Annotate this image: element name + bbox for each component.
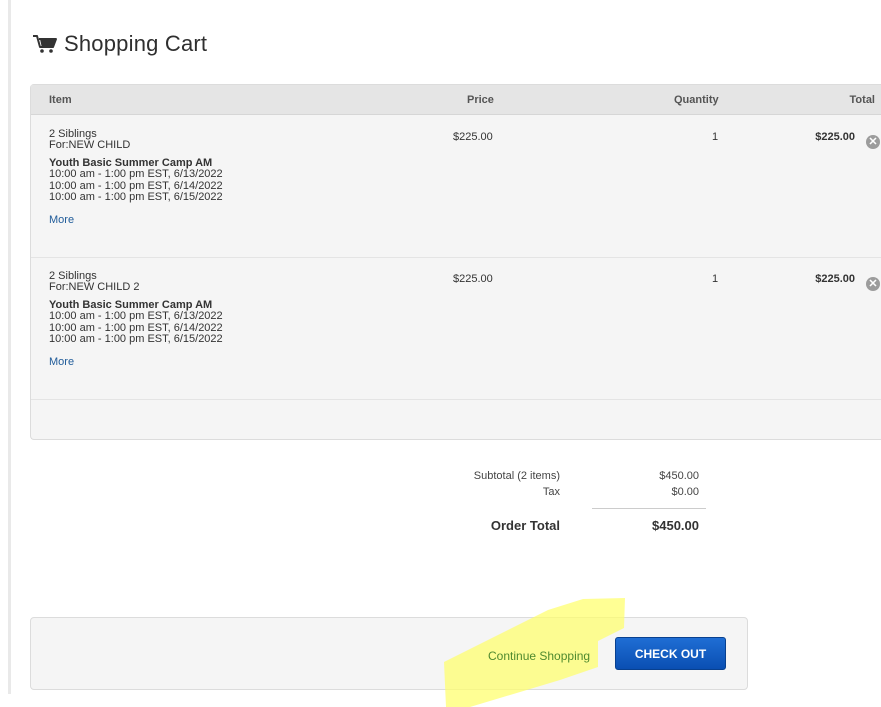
- tax-value: $0.00: [671, 486, 699, 498]
- order-total-row: Order Total $450.00: [448, 518, 714, 533]
- cart-table: Item Price Quantity Total 2 Siblings For…: [30, 84, 881, 440]
- item-quantity: 1: [712, 131, 719, 143]
- continue-shopping-link[interactable]: Continue Shopping: [488, 649, 590, 663]
- cart-row: 2 Siblings For:NEW CHILD Youth Basic Sum…: [31, 115, 881, 258]
- summary-divider: [592, 508, 706, 509]
- item-cell: 2 Siblings For:NEW CHILD Youth Basic Sum…: [49, 129, 223, 226]
- subtotal-value: $450.00: [659, 470, 699, 482]
- remove-circle-icon[interactable]: ✕: [866, 277, 880, 291]
- session-times: 10:00 am - 1:00 pm EST, 6/13/2022 10:00 …: [49, 168, 223, 204]
- more-link[interactable]: More: [49, 214, 223, 226]
- order-total-value: $450.00: [652, 518, 699, 533]
- subtotal-row: Subtotal (2 items) $450.00: [448, 470, 714, 484]
- session-time: 10:00 am - 1:00 pm EST, 6/13/2022: [49, 310, 223, 322]
- item-price: $225.00: [453, 131, 493, 143]
- session-time: 10:00 am - 1:00 pm EST, 6/15/2022: [49, 333, 223, 345]
- item-participant: For:NEW CHILD 2: [49, 281, 140, 293]
- item-total: $225.00: [815, 273, 855, 285]
- session-time: 10:00 am - 1:00 pm EST, 6/13/2022: [49, 168, 223, 180]
- order-total-label: Order Total: [490, 518, 560, 533]
- shopping-cart-icon: [33, 35, 57, 53]
- tax-label: Tax: [542, 486, 560, 498]
- remove-circle-icon[interactable]: ✕: [866, 135, 880, 149]
- column-header-quantity: Quantity: [674, 94, 719, 106]
- more-link[interactable]: More: [49, 356, 223, 368]
- page-title: Shopping Cart: [64, 31, 208, 56]
- column-header-total: Total: [849, 94, 875, 106]
- checkout-button[interactable]: CHECK OUT: [615, 637, 726, 670]
- left-border: [8, 0, 11, 694]
- session-times: 10:00 am - 1:00 pm EST, 6/13/2022 10:00 …: [49, 310, 223, 346]
- cart-actions-bar: Continue Shopping CHECK OUT: [30, 617, 748, 690]
- column-header-item: Item: [49, 94, 72, 106]
- tax-row: Tax $0.00: [448, 486, 714, 500]
- item-quantity: 1: [712, 273, 719, 285]
- item-total: $225.00: [815, 131, 855, 143]
- cart-row: 2 Siblings For:NEW CHILD 2 Youth Basic S…: [31, 257, 881, 400]
- table-header: Item Price Quantity Total: [31, 85, 881, 115]
- page-header: Shopping Cart: [32, 30, 207, 58]
- subtotal-label: Subtotal (2 items): [473, 470, 560, 482]
- item-price: $225.00: [453, 273, 493, 285]
- column-header-price: Price: [467, 94, 494, 106]
- item-cell: 2 Siblings For:NEW CHILD 2 Youth Basic S…: [49, 271, 223, 368]
- session-time: 10:00 am - 1:00 pm EST, 6/15/2022: [49, 191, 223, 203]
- item-participant: For:NEW CHILD: [49, 139, 131, 151]
